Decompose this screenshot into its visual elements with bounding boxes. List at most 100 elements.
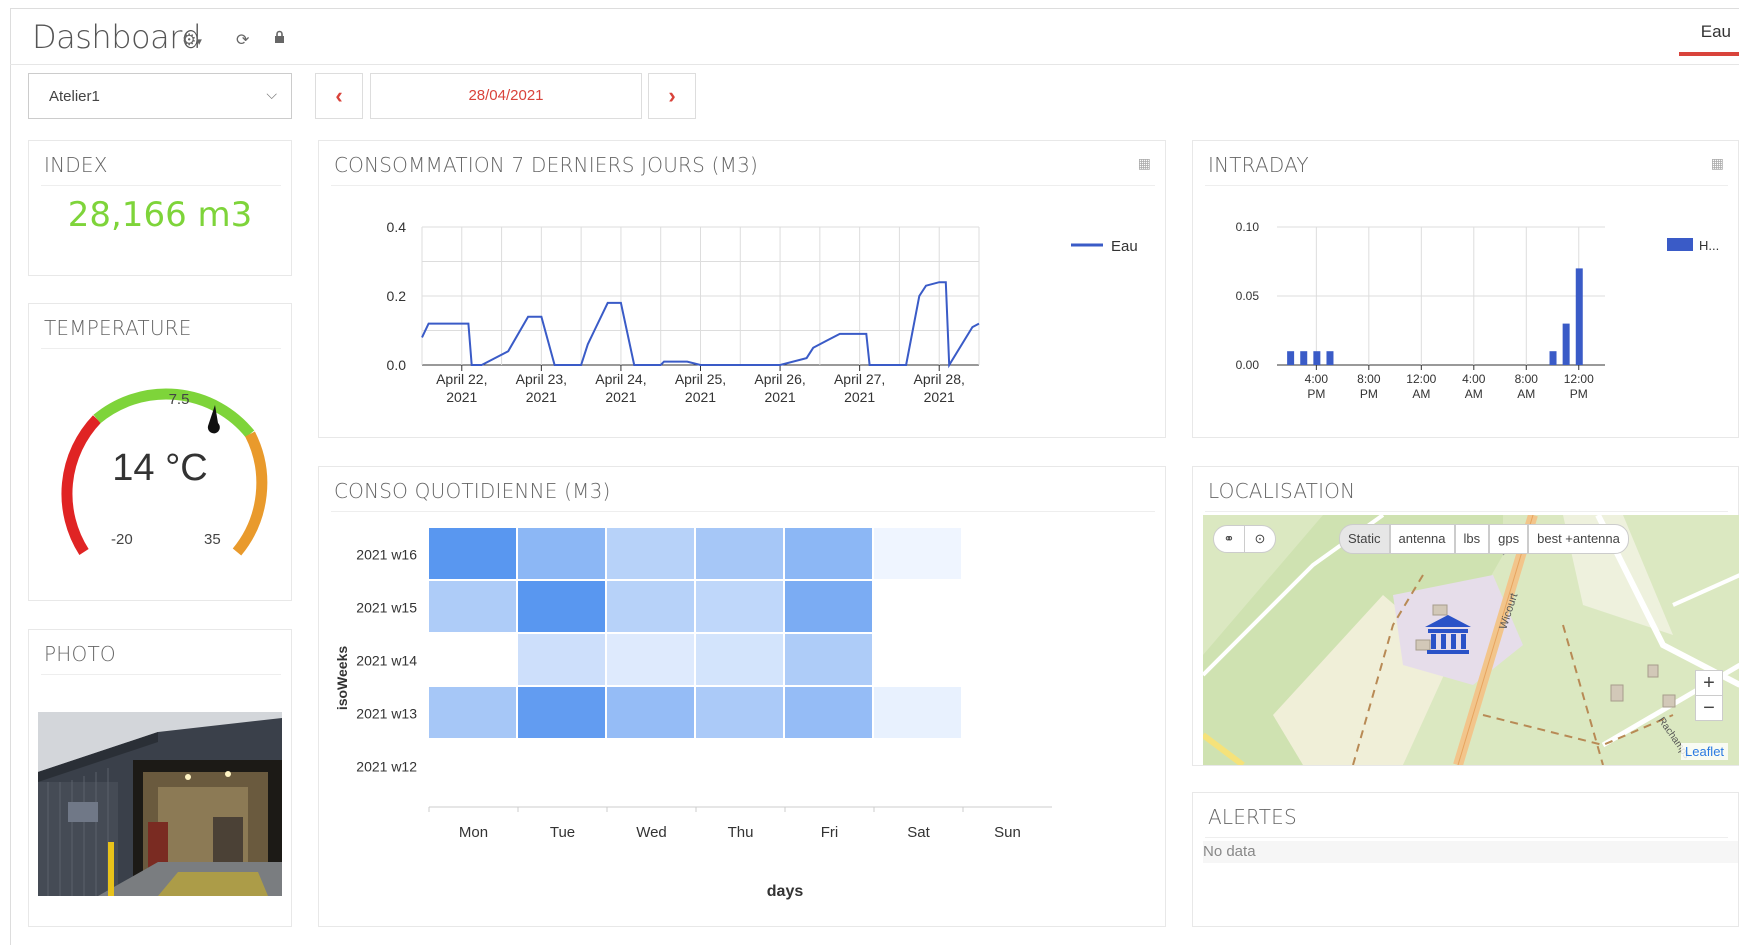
x-tick-label: April 23,	[516, 371, 567, 387]
y-tick-label: 0.05	[1236, 289, 1260, 303]
heatmap-cell	[429, 528, 516, 579]
x-tick-label: AM	[1517, 387, 1535, 401]
heatmap-cell	[518, 528, 605, 579]
intraday-panel: INTRADAY ▦ H... 0.10 0.05 0.00 4:00 PM 8:00 PM…	[1192, 140, 1739, 438]
x-tick-label: April 22,	[436, 371, 487, 387]
gear-icon[interactable]: ⚙▾	[182, 30, 202, 50]
divider	[1205, 185, 1728, 186]
heatmap-cell	[874, 528, 961, 579]
gauge-arc-warm	[232, 431, 268, 556]
y-axis-label: isoWeeks	[334, 646, 350, 711]
day-label: Wed	[636, 824, 667, 841]
x-tick-label: 12:00	[1564, 372, 1594, 386]
localisation-panel: LOCALISATION Wicourt Rachamps ⚭ ⊙ Static…	[1192, 466, 1739, 766]
weekly-consumption-panel: CONSOMMATION 7 DERNIERS JOURS (M3) ▦ Eau…	[318, 140, 1166, 438]
gauge-mid-label: 7.5	[169, 391, 190, 408]
heatmap-cell	[696, 528, 783, 579]
y-tick-label: 0.00	[1236, 358, 1260, 372]
x-tick-label: 8:00	[1515, 372, 1539, 386]
heatmap-cell	[607, 687, 694, 738]
divider	[41, 674, 281, 675]
table-icon[interactable]: ▦	[1711, 155, 1724, 172]
legend-label: Eau	[1111, 238, 1138, 255]
heatmap-cell	[429, 687, 516, 738]
intraday-title: INTRADAY	[1208, 153, 1309, 177]
day-label: Tue	[550, 824, 575, 841]
heatmap-cell	[785, 634, 872, 685]
x-axis-label: days	[767, 883, 804, 900]
x-tick-label: PM	[1360, 387, 1378, 401]
mode-gps-button[interactable]: gps	[1489, 524, 1529, 554]
photo-title: PHOTO	[44, 642, 116, 666]
daily-title: CONSO QUOTIDIENNE (M3)	[334, 479, 611, 503]
x-tick-label: April 25,	[675, 371, 726, 387]
lock-icon[interactable]	[274, 30, 285, 49]
chevron-down-icon: ⌵	[266, 86, 277, 102]
heatmap-cell	[607, 634, 694, 685]
divider	[331, 185, 1155, 186]
previous-date-button[interactable]: ‹	[315, 73, 363, 119]
refresh-icon[interactable]: ⟳	[236, 30, 249, 50]
mode-antenna-button[interactable]: antenna	[1389, 524, 1455, 554]
x-tick-label: 2021	[764, 389, 795, 405]
no-data-message: No data	[1203, 841, 1738, 863]
divider	[331, 511, 1155, 512]
x-tick-label: 2021	[446, 389, 477, 405]
x-tick-label: April 26,	[754, 371, 805, 387]
week-label: 2021 w13	[356, 706, 417, 722]
building-photo	[38, 712, 282, 896]
tab-eau[interactable]: Eau	[1701, 22, 1731, 42]
daily-consumption-panel: CONSO QUOTIDIENNE (M3) isoWeeks days 202…	[318, 466, 1166, 927]
building-illustration	[38, 712, 282, 896]
site-select-value: Atelier1	[49, 88, 100, 105]
divider	[1205, 837, 1728, 838]
temperature-panel: TEMPERATURE 7.5 -20 35 14 °C	[28, 303, 292, 601]
date-display[interactable]: 28/04/2021	[370, 73, 642, 119]
x-tick-label: 8:00	[1357, 372, 1381, 386]
next-date-button[interactable]: ›	[648, 73, 696, 119]
legend-swatch	[1667, 238, 1693, 251]
mode-lbs-button[interactable]: lbs	[1454, 524, 1490, 554]
y-tick-label: 0.2	[387, 288, 407, 304]
active-tab-indicator	[1679, 52, 1739, 56]
site-select[interactable]: Atelier1 ⌵	[28, 73, 292, 119]
day-label: Thu	[728, 824, 754, 841]
day-label: Sun	[994, 824, 1021, 841]
leaflet-attribution-link[interactable]: Leaflet	[1681, 743, 1729, 760]
x-tick-label: April 24,	[595, 371, 646, 387]
intraday-bar	[1562, 323, 1570, 365]
zoom-in-button[interactable]: +	[1695, 670, 1723, 696]
alerts-title: ALERTES	[1208, 805, 1297, 829]
mode-best-antenna-button[interactable]: best +antenna	[1528, 524, 1629, 554]
intraday-bar-chart: H... 0.100.050.004:00PM8:00PM12:00AM4:00…	[1236, 220, 1720, 401]
divider	[41, 348, 281, 349]
lock-glyph	[275, 30, 284, 43]
page-title: Dashboard	[32, 18, 202, 56]
x-tick-label: 2021	[605, 389, 636, 405]
heatmap-cell	[696, 581, 783, 632]
daily-heatmap: isoWeeks days 2021 w16 2021 w15 2021 w14 20…	[334, 528, 1052, 900]
mode-static-button[interactable]: Static	[1339, 524, 1390, 554]
location-mode-group: Static antenna lbs gps best +antenna	[1339, 524, 1629, 554]
zoom-out-button[interactable]: −	[1695, 695, 1723, 721]
localisation-title: LOCALISATION	[1208, 479, 1356, 503]
top-bar: Dashboard ⚙▾ ⟳ Eau	[10, 8, 1739, 65]
gauge-arc-cold	[61, 415, 102, 555]
table-icon[interactable]: ▦	[1138, 155, 1151, 172]
locate-icon[interactable]: ⊙	[1244, 525, 1276, 553]
x-tick-label: 2021	[844, 389, 875, 405]
heatmap-cell	[696, 687, 783, 738]
day-label: Fri	[821, 824, 839, 841]
intraday-bar	[1287, 351, 1295, 365]
intraday-bar	[1300, 351, 1308, 365]
intraday-bar	[1326, 351, 1334, 365]
heatmap-cell	[518, 581, 605, 632]
index-title: INDEX	[44, 153, 108, 177]
temperature-gauge: 7.5 -20 35 14 °C	[61, 388, 268, 556]
x-tick-label: 4:00	[1305, 372, 1329, 386]
link-icon[interactable]: ⚭	[1213, 525, 1245, 553]
x-tick-label: AM	[1412, 387, 1430, 401]
x-tick-label: 2021	[924, 389, 955, 405]
gauge-value: 14 °C	[112, 447, 207, 489]
week-label: 2021 w14	[356, 653, 417, 669]
